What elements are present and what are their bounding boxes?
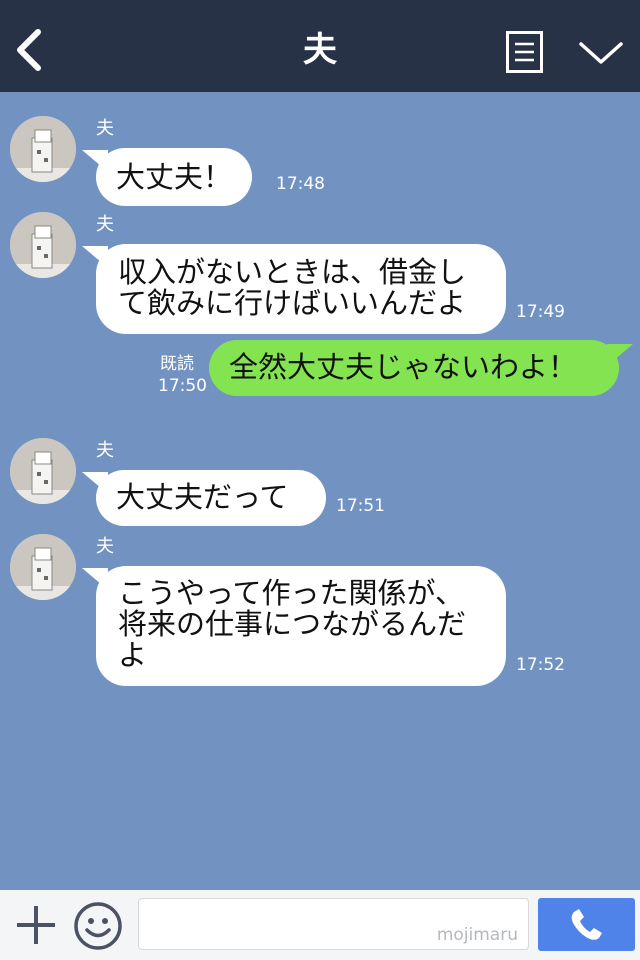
message-text-line: 将来の仕事につながるんだ xyxy=(118,607,467,641)
message-text-line: 収入がないときは、借金し xyxy=(118,255,467,289)
message-input[interactable]: mojimaru xyxy=(138,898,529,950)
avatar-figure-icon xyxy=(10,438,76,504)
avatar-figure-icon xyxy=(10,534,76,600)
phone-icon xyxy=(571,909,602,940)
read-receipt: 既読 xyxy=(160,354,194,374)
message-bubble-outgoing[interactable]: 全然大丈夫じゃないわよ！ xyxy=(209,340,633,396)
message-text-line: よ xyxy=(118,638,148,672)
message-text: 大丈夫！ xyxy=(116,160,233,194)
avatar[interactable] xyxy=(10,212,76,278)
message-bubble[interactable]: 収入がないときは、借金し て飲みに行けばいいんだよ xyxy=(82,244,506,334)
menu-list-icon xyxy=(506,31,543,73)
avatar[interactable] xyxy=(10,438,76,504)
message-bubble[interactable]: 大丈夫だって xyxy=(82,470,326,526)
avatar-figure-icon xyxy=(10,212,76,278)
menu-button[interactable] xyxy=(506,31,543,73)
avatar-figure-icon xyxy=(10,116,76,182)
chevron-down-icon xyxy=(579,42,623,64)
message-time: 17:50 xyxy=(158,376,207,396)
dropdown-button[interactable] xyxy=(578,38,624,68)
message-time: 17:48 xyxy=(276,174,325,194)
avatar[interactable] xyxy=(10,534,76,600)
message-text-line: て飲みに行けばいいんだよ xyxy=(118,286,467,320)
message-bubble[interactable]: こうやって作った関係が、 将来の仕事につながるんだ よ xyxy=(82,566,506,686)
add-button[interactable] xyxy=(14,900,58,950)
chat-area[interactable]: 夫 大丈夫！ 17:48 夫 収入がないときは、借金し て飲みに行けばいいんだよ… xyxy=(0,92,640,890)
message-time: 17:49 xyxy=(516,302,565,322)
message-text: 全然大丈夫じゃないわよ！ xyxy=(229,350,578,384)
smiley-icon xyxy=(74,902,122,950)
message-text-line: こうやって作った関係が、 xyxy=(118,576,464,610)
chat-header: 夫 xyxy=(0,0,640,92)
chat-title: 夫 xyxy=(303,30,337,70)
sender-name: 夫 xyxy=(96,440,114,461)
message-text: 大丈夫だって xyxy=(116,480,289,514)
message-bubble[interactable]: 大丈夫！ xyxy=(81,148,253,206)
sender-name: 夫 xyxy=(96,536,114,557)
sender-name: 夫 xyxy=(96,118,114,139)
watermark-text: mojimaru xyxy=(436,925,518,945)
message-time: 17:52 xyxy=(516,655,565,675)
emoji-button[interactable] xyxy=(72,900,124,952)
avatar[interactable] xyxy=(10,116,76,182)
sender-name: 夫 xyxy=(96,214,114,235)
call-button[interactable] xyxy=(538,898,635,951)
plus-icon xyxy=(17,906,55,944)
message-time: 17:51 xyxy=(336,496,385,516)
